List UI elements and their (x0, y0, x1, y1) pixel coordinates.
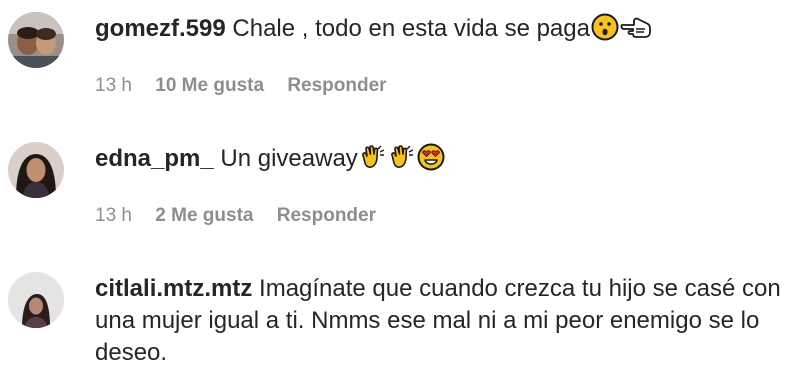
clapping-hands-icon (388, 143, 416, 171)
avatar[interactable] (8, 12, 64, 68)
left-pointing-hand-icon (620, 13, 652, 41)
comment-username[interactable]: edna_pm_ (95, 145, 214, 172)
avatar[interactable] (8, 142, 64, 198)
comment-line: edna_pm_ Un giveaway (95, 143, 445, 175)
comment-text: Chale , todo en esta vida se paga (232, 15, 590, 42)
comment-line: gomezf.599 Chale , todo en esta vida se … (95, 13, 652, 45)
reply-button[interactable]: Responder (277, 205, 376, 226)
comment-timestamp: 13 h (95, 205, 132, 226)
comment-meta: 13 h 10 Me gusta Responder (95, 74, 387, 98)
comment-meta: 13 h 2 Me gusta Responder (95, 204, 376, 228)
avatar[interactable] (8, 272, 64, 328)
heart-eyes-icon (417, 143, 445, 171)
clapping-hands-icon (359, 143, 387, 171)
comment-timestamp: 13 h (95, 75, 132, 96)
comment-username[interactable]: gomezf.599 (95, 15, 226, 42)
comment-text-line: deseo. (95, 339, 168, 366)
comment-text: Imagínate que cuando crezca tu hijo se c… (259, 275, 781, 302)
comment-text: Un giveaway (220, 145, 358, 172)
reply-button[interactable]: Responder (287, 75, 386, 96)
comment-username[interactable]: citlali.mtz.mtz (95, 275, 252, 302)
comment-line: citlali.mtz.mtz Imagínate que cuando cre… (95, 273, 781, 305)
likes-count-button[interactable]: 10 Me gusta (155, 75, 264, 96)
comment-text-line: una mujer igual a ti. Nmms ese mal ni a … (95, 307, 760, 334)
hushed-face-emoji-icon (591, 13, 619, 41)
likes-count-button[interactable]: 2 Me gusta (155, 205, 253, 226)
